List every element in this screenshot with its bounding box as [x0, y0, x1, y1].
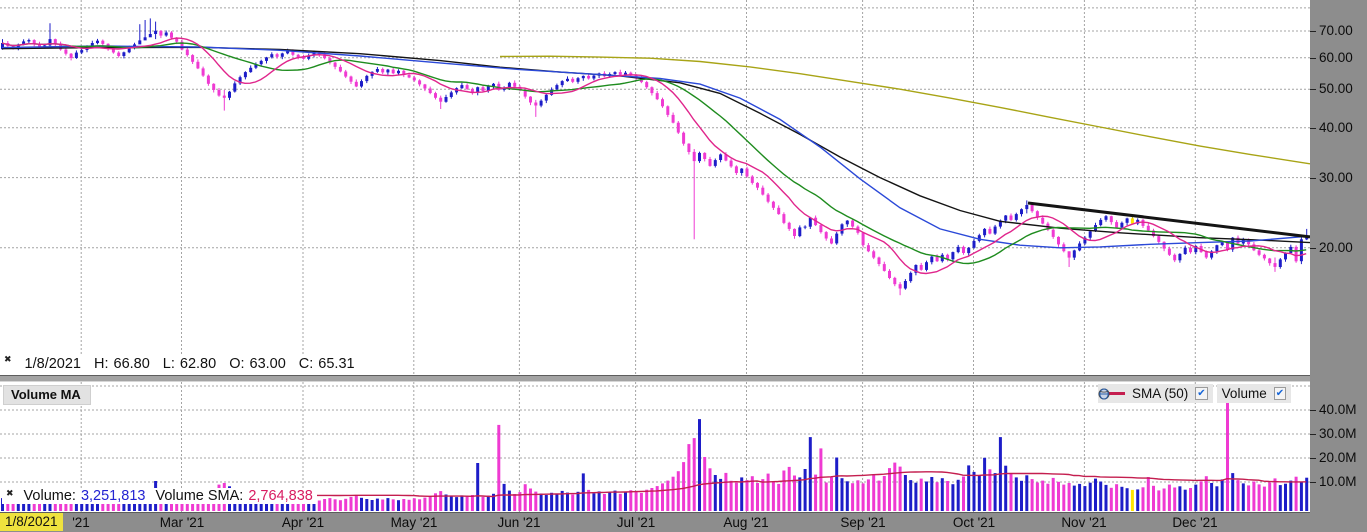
- date-axis-label: May '21: [372, 514, 456, 531]
- candles-layer[interactable]: [1, 18, 1308, 295]
- volume-sma-label: Volume SMA:: [155, 488, 243, 504]
- date-axis-label: Sep '21: [821, 514, 905, 531]
- volume-label: Volume:: [24, 488, 76, 504]
- volume-sma-value: 2,764,838: [248, 488, 313, 504]
- price-axis-tick: [1310, 58, 1316, 59]
- price-chart-svg[interactable]: [0, 0, 1310, 376]
- price-axis[interactable]: 70.00 60.00 50.00 40.00 30.00 20.00 40.0M 30.0M…: [1310, 0, 1367, 532]
- chart-application: ✖ 1/8/2021 H: 66.80 L: 62.80 O: 63.00 C:65.…: [0, 0, 1367, 532]
- price-axis-label: 50.00: [1319, 81, 1353, 96]
- volume-readout: ✖ Volume: 3,251,813 Volume SMA: 2,764,838: [2, 488, 317, 504]
- low-value: 62.80: [180, 356, 216, 372]
- volume-axis-tick: [1310, 482, 1316, 483]
- price-axis-label: 20.00: [1319, 240, 1353, 255]
- indicator-globe-icon[interactable]: [1098, 388, 1110, 400]
- volume-axis-label: 10.0M: [1319, 474, 1357, 489]
- date-axis-label: Oct '21: [932, 514, 1016, 531]
- price-axis-tick: [1310, 248, 1316, 249]
- volume-ma-tab[interactable]: Volume MA: [3, 385, 91, 405]
- price-axis-tick: [1310, 178, 1316, 179]
- price-axis-tick: [1310, 128, 1316, 129]
- high-label: H:: [94, 356, 109, 372]
- open-label: O:: [229, 356, 244, 372]
- close-label: C:: [299, 356, 314, 372]
- readout-date: 1/8/2021: [25, 356, 81, 372]
- volume-visible-checkbox[interactable]: ✔: [1274, 387, 1286, 400]
- sma-legend-item[interactable]: SMA (50) ✔: [1098, 384, 1213, 403]
- volume-legend-item[interactable]: Volume ✔: [1217, 384, 1291, 403]
- remove-price-indicator-icon[interactable]: ✖: [4, 354, 12, 364]
- sma-visible-checkbox[interactable]: ✔: [1195, 387, 1207, 400]
- price-axis-tick: [1310, 89, 1316, 90]
- sma20-line: [2, 43, 1306, 264]
- volume-axis-tick: [1310, 458, 1316, 459]
- remove-volume-indicator-icon[interactable]: ✖: [6, 488, 14, 498]
- volume-axis-label: 20.0M: [1319, 450, 1357, 465]
- price-axis-label: 60.00: [1319, 50, 1353, 65]
- date-axis[interactable]: 1/8/2021 '21Mar '21Apr '21May '21Jun '21…: [0, 512, 1310, 532]
- sma50-line: [2, 46, 1310, 248]
- open-value: 63.00: [250, 356, 286, 372]
- price-axis-label: 70.00: [1319, 23, 1353, 38]
- sma10-line: [2, 38, 1306, 273]
- ohlc-readout: ✖ 1/8/2021 H: 66.80 L: 62.80 O: 63.00 C:65.…: [4, 354, 361, 374]
- high-value: 66.80: [114, 356, 150, 372]
- date-axis-label: Nov '21: [1042, 514, 1126, 531]
- price-axis-label: 40.00: [1319, 120, 1353, 135]
- volume-axis-label: 30.0M: [1319, 426, 1357, 441]
- volume-value: 3,251,813: [81, 488, 146, 504]
- volume-legend: SMA (50) ✔ Volume ✔: [1098, 384, 1291, 403]
- volume-axis-tick: [1310, 434, 1316, 435]
- price-axis-tick: [1310, 31, 1316, 32]
- date-axis-label: Mar '21: [140, 514, 224, 531]
- date-axis-label: Dec '21: [1153, 514, 1237, 531]
- volume-axis-tick: [1310, 410, 1316, 411]
- date-axis-label: '21: [39, 514, 123, 531]
- date-axis-label: Apr '21: [261, 514, 345, 531]
- date-axis-label: Jul '21: [594, 514, 678, 531]
- panel-splitter[interactable]: [0, 375, 1367, 382]
- sma-legend-label: SMA (50): [1132, 386, 1188, 401]
- date-axis-label: Jun '21: [477, 514, 561, 531]
- date-axis-label: Aug '21: [704, 514, 788, 531]
- close-value: 65.31: [318, 356, 354, 372]
- price-axis-label: 30.00: [1319, 170, 1353, 185]
- volume-axis-label: 40.0M: [1319, 402, 1357, 417]
- low-label: L:: [163, 356, 175, 372]
- volume-legend-label: Volume: [1222, 386, 1267, 401]
